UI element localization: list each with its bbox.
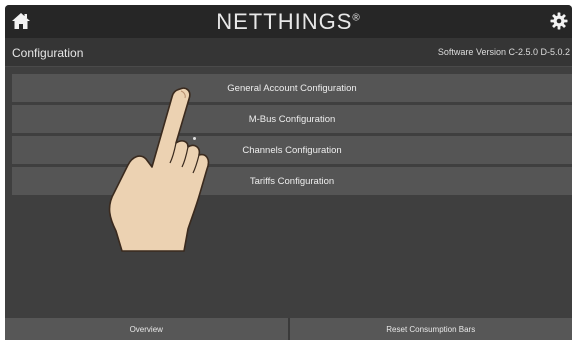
- bottom-bar: Overview Reset Consumption Bars: [5, 318, 572, 340]
- settings-button[interactable]: [550, 12, 568, 30]
- registered-mark: ®: [352, 12, 361, 24]
- cursor-dot: [193, 137, 196, 140]
- brand-name: NETTHINGS: [216, 9, 353, 34]
- channels-configuration-button[interactable]: Channels Configuration: [12, 136, 572, 164]
- software-version: Software Version C-2.5.0 D-5.0.2: [437, 47, 570, 57]
- sub-header: Configuration Software Version C-2.5.0 D…: [5, 38, 572, 67]
- general-account-configuration-button[interactable]: General Account Configuration: [12, 74, 572, 102]
- tariffs-configuration-button[interactable]: Tariffs Configuration: [12, 167, 572, 195]
- top-bar: NETTHINGS®: [5, 5, 572, 38]
- reset-consumption-bars-button[interactable]: Reset Consumption Bars: [287, 318, 572, 340]
- gear-icon: [550, 12, 568, 30]
- brand-logo: NETTHINGS®: [5, 9, 572, 35]
- mbus-configuration-button[interactable]: M-Bus Configuration: [12, 105, 572, 133]
- configuration-menu: General Account Configuration M-Bus Conf…: [12, 74, 572, 198]
- page-title: Configuration: [12, 46, 84, 60]
- overview-button[interactable]: Overview: [5, 318, 288, 340]
- device-screen: NETTHINGS® Configuration Software Versio…: [5, 5, 572, 340]
